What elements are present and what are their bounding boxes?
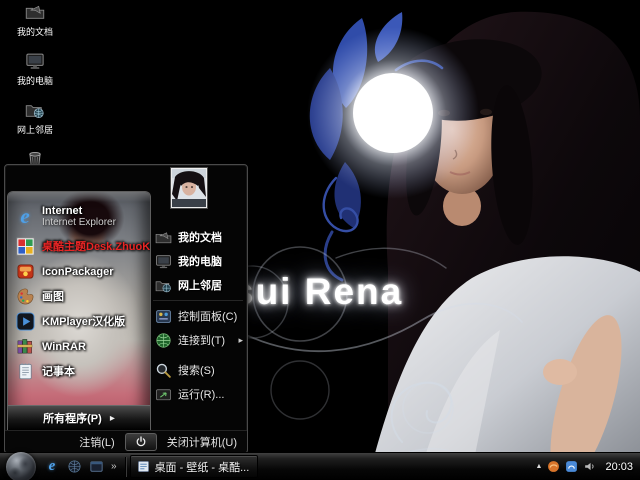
desktop: sui Rena 我的文档 我的电脑 网上邻居 回收站: [0, 0, 640, 480]
my-computer-icon: [155, 253, 172, 270]
menu-item-label: 记事本: [42, 365, 75, 378]
log-off-button[interactable]: 注销(L): [79, 434, 114, 450]
menu-separator: [153, 300, 243, 301]
start-menu: e Internet Internet Explorer 桌酷主题Desk.Zh…: [4, 164, 248, 454]
menu-item-label: 连接到(T): [178, 335, 226, 347]
internet-explorer-icon: e: [48, 458, 56, 474]
menu-item-paint[interactable]: 画图: [8, 284, 150, 309]
window-icon: [89, 459, 104, 474]
internet-explorer-icon: e: [20, 204, 30, 228]
desktop-icon-label: 网上邻居: [16, 125, 53, 135]
quick-launch-globe[interactable]: [65, 458, 83, 476]
all-programs-label: 所有程序(P): [43, 413, 102, 425]
taskbar-separator: [124, 456, 126, 477]
menu-item-label: 桌酷主题Desk.ZhuoKu.Com: [42, 240, 151, 253]
zhuoku-theme-icon: [14, 236, 36, 258]
control-panel-icon: [155, 308, 172, 325]
menu-item-label: WinRAR: [42, 340, 86, 353]
menu-item-label: 我的文档: [178, 232, 222, 244]
network-places-icon: [25, 100, 45, 120]
menu-item-label: 运行(R)...: [178, 389, 225, 401]
notepad-icon: [14, 361, 36, 383]
menu-item-label: 画图: [42, 290, 64, 303]
menu-item-label: IconPackager: [42, 265, 114, 278]
menu-item-control-panel[interactable]: 控制面板(C): [151, 304, 245, 328]
my-computer-icon: [25, 51, 45, 71]
tray-expand-chevron-icon[interactable]: ▲: [536, 463, 543, 470]
taskbar: e » 桌面 - 壁纸 - 桌酷... ▲ 20:03: [0, 451, 640, 480]
run-icon: [155, 386, 172, 403]
system-tray: ▲ 20:03: [536, 460, 640, 473]
quick-launch-internet-explorer[interactable]: e: [43, 458, 61, 476]
desktop-icon-label: 我的电脑: [16, 76, 53, 86]
network-places-icon: [155, 277, 172, 294]
quick-launch-overflow-chevron[interactable]: »: [111, 461, 117, 472]
task-window-icon: [137, 460, 150, 473]
volume-icon[interactable]: [583, 460, 596, 473]
menu-item-my-documents[interactable]: 我的文档: [151, 225, 245, 249]
menu-item-label: 网上邻居: [178, 280, 222, 292]
taskbar-clock: 20:03: [605, 460, 633, 473]
wallpaper-title: sui Rena: [233, 271, 404, 312]
tray-messenger-icon[interactable]: [565, 460, 578, 473]
my-documents-icon: [155, 229, 172, 246]
search-icon: [155, 362, 172, 379]
start-menu-footer: 注销(L) 关闭计算机(U): [5, 430, 247, 453]
menu-item-label: 搜索(S): [178, 365, 215, 377]
task-button-wallpaper-window[interactable]: 桌面 - 壁纸 - 桌酷...: [129, 455, 258, 478]
menu-item-zhuoku-theme[interactable]: 桌酷主题Desk.ZhuoKu.Com: [8, 234, 150, 259]
kmplayer-icon: [14, 311, 36, 333]
power-button[interactable]: [124, 433, 157, 451]
quick-launch-bar: e »: [41, 458, 121, 476]
menu-item-iconpackager[interactable]: IconPackager: [8, 259, 150, 284]
menu-item-label: Internet: [42, 204, 83, 217]
tray-fox-icon[interactable]: [547, 460, 560, 473]
menu-item-search[interactable]: 搜索(S): [151, 358, 245, 382]
menu-item-network-places[interactable]: 网上邻居: [151, 273, 245, 297]
task-button-label: 桌面 - 壁纸 - 桌酷...: [154, 461, 250, 474]
menu-item-run[interactable]: 运行(R)...: [151, 382, 245, 406]
shut-down-button[interactable]: 关闭计算机(U): [167, 434, 237, 450]
start-button[interactable]: [6, 451, 36, 480]
power-icon: [135, 436, 147, 448]
winrar-icon: [14, 336, 36, 358]
my-documents-icon: [25, 2, 45, 22]
submenu-arrow-icon: ▸: [238, 334, 243, 345]
iconpackager-icon: [14, 261, 36, 283]
menu-item-notepad[interactable]: 记事本: [8, 359, 150, 384]
all-programs-button[interactable]: 所有程序(P) ▸: [8, 405, 150, 430]
desktop-icon-label: 我的文档: [16, 27, 53, 37]
user-avatar: [170, 167, 208, 209]
menu-item-winrar[interactable]: WinRAR: [8, 334, 150, 359]
paint-icon: [14, 286, 36, 308]
all-programs-arrow-icon: ▸: [109, 412, 115, 424]
connect-to-icon: [155, 332, 172, 349]
menu-item-my-computer[interactable]: 我的电脑: [151, 249, 245, 273]
menu-item-label: 我的电脑: [178, 256, 222, 268]
menu-item-connect-to[interactable]: 连接到(T) ▸: [151, 328, 245, 352]
desktop-icon-my-computer[interactable]: 我的电脑: [6, 51, 64, 87]
desktop-icon-network-places[interactable]: 网上邻居: [6, 100, 64, 136]
menu-item-label: KMPlayer汉化版: [42, 315, 126, 328]
globe-icon: [67, 459, 82, 474]
menu-item-internet-explorer[interactable]: e Internet Internet Explorer: [8, 198, 150, 234]
desktop-icon-my-documents[interactable]: 我的文档: [6, 2, 64, 38]
menu-item-label: 控制面板(C): [178, 311, 238, 323]
start-menu-places-panel: 我的文档 我的电脑 网上邻居 控制面板(C) 连接到(T) ▸ 搜索(S) 运行…: [151, 189, 245, 431]
menu-item-kmplayer[interactable]: KMPlayer汉化版: [8, 309, 150, 334]
menu-item-sublabel: Internet Explorer: [42, 216, 116, 228]
quick-launch-window[interactable]: [87, 458, 105, 476]
start-menu-pinned-panel: e Internet Internet Explorer 桌酷主题Desk.Zh…: [7, 191, 151, 430]
